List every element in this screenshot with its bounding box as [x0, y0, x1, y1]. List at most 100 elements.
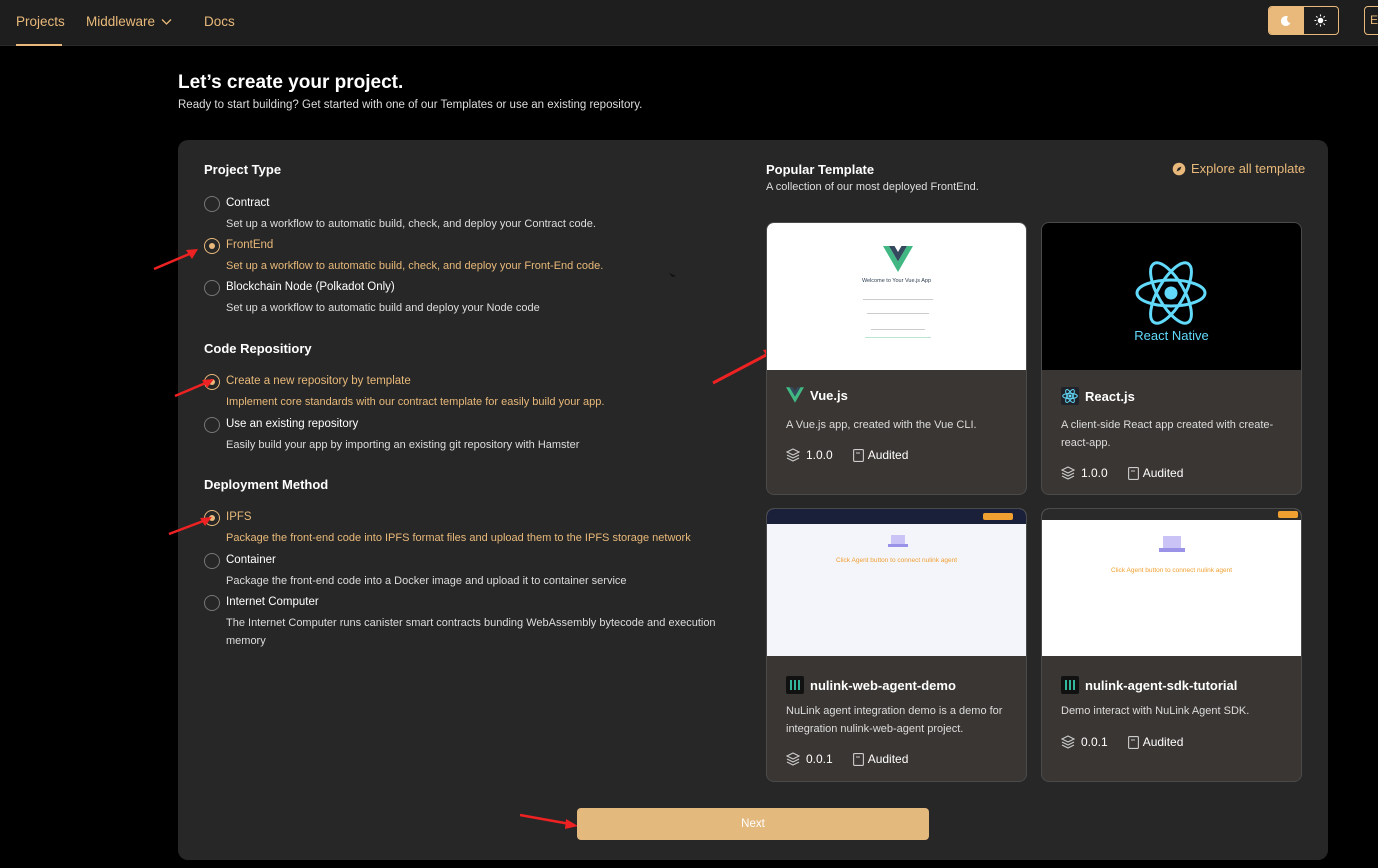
option-desc: Implement core standards with our contra… — [226, 396, 605, 408]
sun-icon — [1314, 14, 1327, 27]
popular-template-subtitle: A collection of our most deployed FrontE… — [766, 181, 979, 193]
code-repo-title: Code Repositiory — [204, 341, 312, 356]
option-label: Contract — [226, 197, 270, 209]
template-meta: 0.0.1 Audited — [786, 752, 908, 766]
template-thumbnail: React Native — [1042, 223, 1301, 370]
thumb-connect-text: Click Agent button to connect nulink age… — [1110, 567, 1233, 574]
audited-label: Audited — [867, 448, 909, 462]
account-button[interactable]: E — [1364, 6, 1378, 35]
divider — [865, 337, 931, 338]
explore-all-template-link[interactable]: Explore all template — [1172, 161, 1305, 176]
annotation-arrow-icon — [168, 517, 212, 536]
template-meta: 1.0.0 Audited — [786, 448, 908, 462]
template-version: 0.0.1 — [1081, 735, 1108, 749]
audited-badge: Audited — [852, 448, 909, 462]
layers-icon — [786, 448, 800, 462]
document-icon — [852, 448, 864, 462]
divider — [871, 329, 925, 330]
nav-middleware-label: Middleware — [86, 14, 156, 29]
project-type-title: Project Type — [204, 162, 282, 177]
react-logo-icon — [1061, 387, 1079, 405]
annotation-arrow-icon — [174, 379, 214, 398]
template-meta: 0.0.1 Audited — [1061, 735, 1183, 749]
moon-icon — [1281, 15, 1291, 26]
top-navbar: Projects Middleware Docs E — [0, 0, 1378, 46]
document-icon — [852, 752, 864, 766]
laptop-icon — [1159, 536, 1185, 552]
dark-mode-button[interactable] — [1269, 7, 1304, 34]
template-thumbnail: Click Agent button to connect nulink age… — [1042, 509, 1301, 656]
react-thumb-label: React Native — [1134, 328, 1209, 343]
document-icon — [1127, 735, 1139, 749]
page-subtitle: Ready to start building? Get started wit… — [178, 99, 643, 111]
light-mode-button[interactable] — [1304, 7, 1339, 34]
radio-container[interactable] — [204, 553, 220, 569]
popular-template-title: Popular Template — [766, 162, 875, 177]
nav-active-indicator — [16, 44, 62, 46]
option-label: Container — [226, 554, 276, 566]
option-desc: The Internet Computer runs canister smar… — [226, 617, 716, 647]
audited-label: Audited — [1142, 735, 1184, 749]
vue-thumb-heading: Welcome to Your Vue.js App — [861, 278, 932, 284]
option-desc: Set up a workflow to automatic build, ch… — [226, 218, 596, 230]
template-thumbnail: Welcome to Your Vue.js App — [767, 223, 1026, 370]
option-label: Blockchain Node (Polkadot Only) — [226, 281, 395, 293]
laptop-icon — [888, 535, 908, 547]
audited-label: Audited — [1142, 466, 1184, 480]
nav-projects[interactable]: Projects — [16, 14, 65, 29]
thumb-header-bar — [1042, 509, 1301, 520]
template-card-nulink-web-agent-demo[interactable]: Click Agent button to connect nulink age… — [766, 508, 1027, 782]
option-desc: Package the front-end code into a Docker… — [226, 575, 627, 587]
react-logo-icon — [1135, 261, 1207, 325]
layers-icon — [1061, 735, 1075, 749]
thumb-connect-text: Click Agent button to connect nulink age… — [835, 557, 958, 564]
theme-toggle[interactable] — [1268, 6, 1339, 35]
template-version: 1.0.0 — [1081, 466, 1108, 480]
template-version: 0.0.1 — [806, 752, 833, 766]
nulink-logo-icon — [786, 676, 804, 694]
template-desc: NuLink agent integration demo is a demo … — [786, 705, 1003, 735]
template-desc: A Vue.js app, created with the Vue CLI. — [786, 419, 977, 431]
template-thumbnail: Click Agent button to connect nulink age… — [767, 509, 1026, 656]
nulink-logo-icon — [1061, 676, 1079, 694]
template-name: nulink-web-agent-demo — [810, 677, 956, 693]
chevron-down-icon — [161, 19, 172, 25]
template-card-header: React.js — [1061, 387, 1135, 405]
thumb-agent-button — [983, 513, 1013, 520]
audited-label: Audited — [867, 752, 909, 766]
template-desc: Demo interact with NuLink Agent SDK. — [1061, 705, 1250, 717]
cursor-icon — [669, 273, 676, 277]
thumb-agent-button — [1278, 511, 1298, 518]
layers-icon — [1061, 466, 1075, 480]
template-name: Vue.js — [810, 387, 848, 403]
nav-middleware[interactable]: Middleware — [86, 14, 172, 29]
option-label: FrontEnd — [226, 239, 274, 251]
option-desc: Package the front-end code into IPFS for… — [226, 532, 691, 544]
radio-existing-repo[interactable] — [204, 417, 220, 433]
template-card-vue[interactable]: Welcome to Your Vue.js App Vue.js A Vue.… — [766, 222, 1027, 495]
audited-badge: Audited — [852, 752, 909, 766]
option-label: Use an existing repository — [226, 418, 359, 430]
annotation-arrow-icon — [519, 813, 578, 829]
template-meta: 1.0.0 Audited — [1061, 466, 1183, 480]
vue-logo-icon — [883, 246, 913, 272]
radio-internet-computer[interactable] — [204, 595, 220, 611]
option-label: Internet Computer — [226, 596, 319, 608]
radio-frontend[interactable] — [204, 238, 220, 254]
nav-docs[interactable]: Docs — [204, 14, 235, 29]
divider — [867, 313, 929, 314]
template-card-react[interactable]: React Native React.js A client-side Reac… — [1041, 222, 1302, 495]
template-card-header: Vue.js — [786, 387, 848, 403]
vue-logo-icon — [786, 387, 804, 403]
radio-blockchain-node[interactable] — [204, 280, 220, 296]
option-desc: Set up a workflow to automatic build, ch… — [226, 260, 604, 272]
template-name: nulink-agent-sdk-tutorial — [1085, 677, 1238, 693]
radio-contract[interactable] — [204, 196, 220, 212]
template-card-nulink-agent-sdk-tutorial[interactable]: Click Agent button to connect nulink age… — [1041, 508, 1302, 782]
divider — [863, 299, 933, 300]
next-button[interactable]: Next — [577, 808, 929, 840]
template-card-header: nulink-agent-sdk-tutorial — [1061, 676, 1237, 694]
option-label: IPFS — [226, 511, 252, 523]
page-title: Let’s create your project. — [178, 72, 404, 93]
document-icon — [1127, 466, 1139, 480]
